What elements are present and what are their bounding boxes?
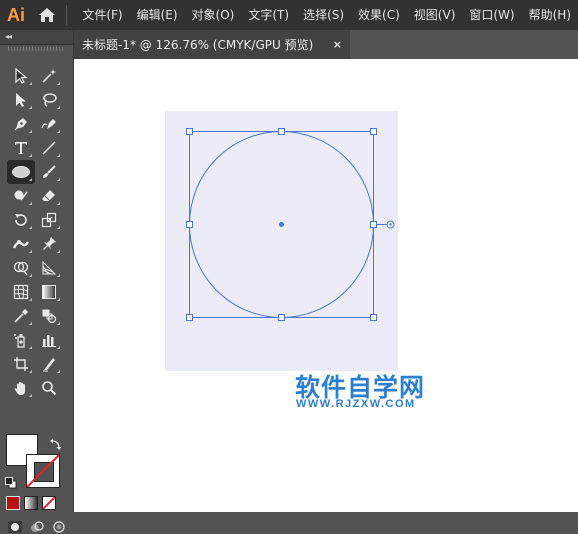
none-button[interactable] <box>42 496 56 510</box>
ellipse-tool-icon[interactable] <box>7 160 35 184</box>
width-tool-icon[interactable] <box>7 232 35 256</box>
menu-effect[interactable]: 效果(C) <box>351 0 407 30</box>
handle-top-left <box>186 128 193 135</box>
handle-top-right <box>370 128 377 135</box>
gradient-tool-icon[interactable] <box>35 280 63 304</box>
menu-edit[interactable]: 编辑(E) <box>130 0 185 30</box>
handle-middle-left <box>186 221 193 228</box>
lasso-tool-icon[interactable] <box>35 88 63 112</box>
tools-panel-header: ◂◂ <box>0 30 73 45</box>
collapse-panel-icon[interactable]: ◂◂ <box>5 32 12 41</box>
blend-tool-icon[interactable] <box>35 304 63 328</box>
close-tab-icon[interactable]: × <box>333 38 342 51</box>
menu-help[interactable]: 帮助(H) <box>522 0 578 30</box>
canvas[interactable]: 软件自学网 WWW.RJZXW.COM <box>74 59 578 512</box>
line-segment-tool-icon[interactable] <box>35 136 63 160</box>
handle-bottom-left <box>186 314 193 321</box>
handle-top-center <box>278 128 285 135</box>
artboard-tool-icon[interactable] <box>7 352 35 376</box>
watermark-url: WWW.RJZXW.COM <box>296 398 416 410</box>
menu-bar: Ai 文件(F) 编辑(E) 对象(O) 文字(T) 选择(S) 效果(C) 视… <box>0 0 578 30</box>
pie-widget-dot <box>389 223 392 226</box>
draw-normal-icon[interactable] <box>7 520 23 534</box>
gradient-button[interactable] <box>24 496 38 510</box>
document-tab[interactable]: 未标题-1* @ 126.76% (CMYK/GPU 预览) × <box>74 30 350 59</box>
panel-grip[interactable] <box>8 47 64 51</box>
color-mode-buttons <box>6 496 56 510</box>
menu-window[interactable]: 窗口(W) <box>462 0 521 30</box>
handle-middle-right <box>370 221 377 228</box>
drawing-mode-buttons <box>7 520 67 534</box>
pen-tool-icon[interactable] <box>7 112 35 136</box>
menu-type[interactable]: 文字(T) <box>241 0 296 30</box>
menu-items: 文件(F) 编辑(E) 对象(O) 文字(T) 选择(S) 效果(C) 视图(V… <box>75 0 578 30</box>
tool-grid <box>7 64 69 400</box>
menu-divider <box>66 5 68 25</box>
draw-inside-icon[interactable] <box>51 520 67 534</box>
eyedropper-tool-icon[interactable] <box>7 304 35 328</box>
perspective-grid-tool-icon[interactable] <box>35 256 63 280</box>
document-tab-title: 未标题-1* @ 126.76% (CMYK/GPU 预览) <box>82 38 314 52</box>
home-icon[interactable] <box>32 0 62 30</box>
artwork-layer <box>186 128 395 321</box>
paintbrush-tool-icon[interactable] <box>35 160 63 184</box>
selection-tool-icon[interactable] <box>7 64 35 88</box>
menu-view[interactable]: 视图(V) <box>407 0 463 30</box>
default-fill-stroke-icon[interactable] <box>5 474 17 493</box>
fill-stroke-controls <box>5 434 66 494</box>
puppet-warp-tool-icon[interactable] <box>35 232 63 256</box>
app-logo[interactable]: Ai <box>0 0 32 30</box>
type-tool-icon[interactable] <box>7 136 35 160</box>
stroke-swatch[interactable] <box>26 454 60 488</box>
menu-object[interactable]: 对象(O) <box>185 0 242 30</box>
scale-tool-icon[interactable] <box>35 208 63 232</box>
direct-selection-tool-icon[interactable] <box>7 88 35 112</box>
shaper-tool-icon[interactable] <box>7 184 35 208</box>
symbol-sprayer-tool-icon[interactable] <box>7 328 35 352</box>
zoom-tool-icon[interactable] <box>35 376 63 400</box>
tools-panel: ◂◂ <box>0 30 74 533</box>
slice-tool-icon[interactable] <box>35 352 63 376</box>
menu-file[interactable]: 文件(F) <box>75 0 129 30</box>
magic-wand-tool-icon[interactable] <box>35 64 63 88</box>
swap-fill-stroke-icon[interactable] <box>50 435 62 454</box>
handle-bottom-right <box>370 314 377 321</box>
hand-tool-icon[interactable] <box>7 376 35 400</box>
center-point <box>279 222 284 227</box>
menu-select[interactable]: 选择(S) <box>296 0 351 30</box>
eraser-tool-icon[interactable] <box>35 184 63 208</box>
document-tab-bar: 未标题-1* @ 126.76% (CMYK/GPU 预览) × <box>74 30 578 59</box>
color-button[interactable] <box>6 496 20 510</box>
shape-builder-tool-icon[interactable] <box>7 256 35 280</box>
column-graph-tool-icon[interactable] <box>35 328 63 352</box>
rotate-tool-icon[interactable] <box>7 208 35 232</box>
curvature-tool-icon[interactable] <box>35 112 63 136</box>
draw-behind-icon[interactable] <box>29 520 45 534</box>
none-slash-icon <box>27 455 59 487</box>
handle-bottom-center <box>278 314 285 321</box>
mesh-tool-icon[interactable] <box>7 280 35 304</box>
